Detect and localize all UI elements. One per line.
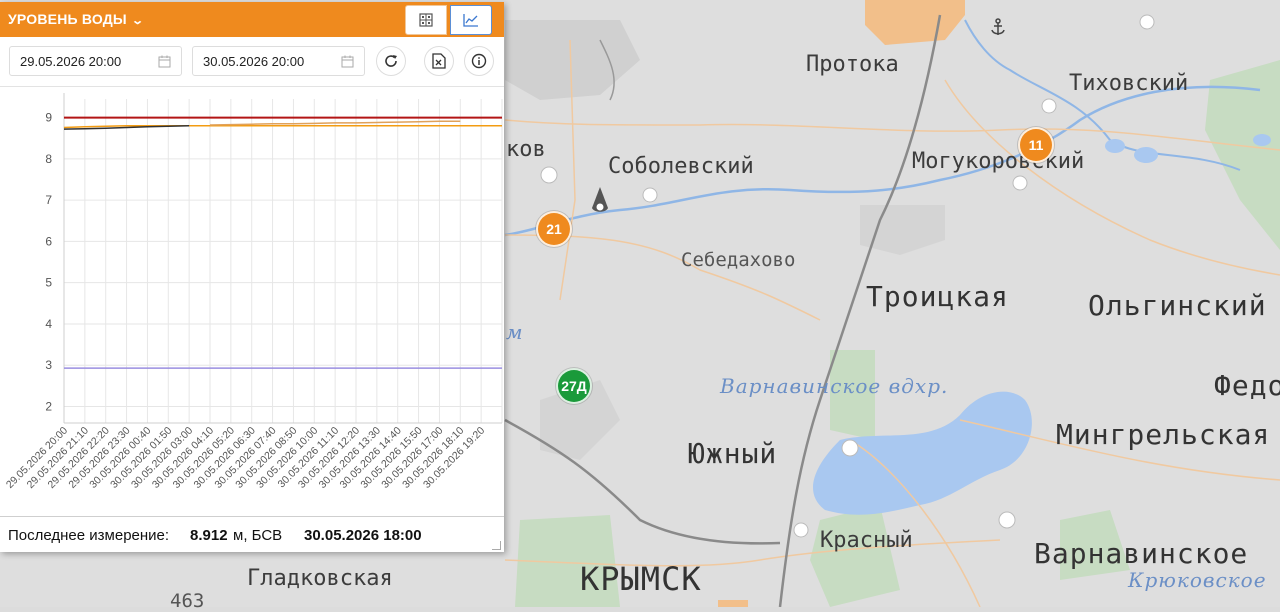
map-label-sobolevsky: Соболевский [608, 154, 754, 179]
settlement-dot [540, 166, 558, 184]
table-view-button[interactable] [405, 5, 447, 35]
chart-view-button[interactable] [450, 5, 492, 35]
anchor-icon [991, 18, 1005, 35]
map-label-yuzhny: Южный [688, 437, 778, 470]
info-button[interactable] [464, 46, 494, 76]
water-level-chart[interactable]: 2 3 4 5 6 7 8 9 29.05.2026 20:00 29.05.2026 21:10… [0, 86, 504, 517]
settlement-dot [642, 187, 658, 203]
table-icon [419, 13, 433, 27]
lake [1134, 147, 1158, 163]
map-label-fedo: Федо [1214, 369, 1280, 402]
settlement-dot [998, 511, 1016, 529]
export-excel-button[interactable] [424, 46, 454, 76]
map-label-krasny: Красный [820, 528, 913, 553]
excel-export-icon [432, 53, 446, 69]
map-label-varnavinskoe-reservoir: Варнавинское вдхр. [720, 374, 949, 398]
map-label-krymsk: КРЫМСК [580, 560, 702, 598]
date-from-value: 29.05.2026 20:00 [20, 54, 122, 69]
settlement-dot [793, 522, 809, 538]
panel-footer: Последнее измерение: 8.912 м, БСВ 30.05.… [0, 516, 504, 553]
y-tick-label: 3 [45, 358, 52, 372]
date-to-value: 30.05.2026 20:00 [203, 54, 305, 69]
map-label-463: 463 [170, 590, 205, 612]
refresh-button[interactable] [376, 46, 406, 76]
y-tick-label: 8 [45, 152, 52, 166]
map-label-varnavinskoe: Варнавинское [1034, 537, 1249, 570]
last-measurement-datetime: 30.05.2026 18:00 [304, 527, 422, 544]
station-marker-11[interactable]: 11 [1018, 127, 1054, 163]
y-tick-label: 6 [45, 234, 52, 248]
map-label-kryukovskoe: Крюковское [1128, 568, 1267, 592]
location-pin-icon[interactable] [591, 186, 609, 216]
resize-handle[interactable] [492, 541, 501, 550]
map-label-kov: ков [506, 137, 546, 162]
map-label-mogukorovsky: Могукоровский [912, 149, 1085, 174]
last-measurement-unit: м, БСВ [233, 527, 283, 544]
calendar-icon [158, 55, 171, 68]
map-label-water-m: м [506, 320, 524, 344]
map-label-mingrelskaya: Мингрельская [1056, 418, 1271, 451]
panel-title: УРОВЕНЬ ВОДЫ [8, 11, 127, 27]
water-level-panel: УРОВЕНЬ ВОДЫ ⌄ 29.05.2026 20:00 30.05.20… [0, 2, 504, 552]
map-label-sebedakhovo: Себедахово [681, 249, 796, 271]
panel-title-dropdown[interactable]: УРОВЕНЬ ВОДЫ ⌄ [8, 11, 145, 27]
last-measurement-value: 8.912 [190, 527, 228, 544]
calendar-icon [341, 55, 354, 68]
y-tick-label: 9 [45, 111, 52, 125]
last-measurement-label: Последнее измерение: [8, 527, 170, 544]
industrial-area [718, 600, 748, 607]
map-label-tikhovsky: Тиховский [1069, 71, 1189, 96]
lake [1105, 139, 1125, 153]
refresh-icon [385, 55, 397, 67]
panel-header: УРОВЕНЬ ВОДЫ ⌄ [0, 2, 504, 37]
map-label-gladkovskaya: Гладковская [247, 566, 393, 591]
info-icon [471, 53, 487, 69]
date-from-field[interactable]: 29.05.2026 20:00 [9, 46, 182, 76]
lake [1253, 134, 1271, 146]
map-label-protoka: Протока [806, 52, 899, 77]
settlement-dot [841, 439, 859, 457]
line-chart-icon [463, 14, 478, 27]
map-label-troitskaya: Троицкая [866, 280, 1009, 313]
y-tick-label: 5 [45, 276, 52, 290]
station-marker-21[interactable]: 21 [536, 211, 572, 247]
station-marker-27d[interactable]: 27Д [556, 368, 592, 404]
chevron-down-icon: ⌄ [130, 15, 145, 27]
y-tick-label: 7 [45, 193, 52, 207]
settlement-dot [1041, 98, 1057, 114]
y-tick-label: 2 [45, 399, 52, 413]
y-tick-label: 4 [45, 317, 52, 331]
map-label-olginsky: Ольгинский [1088, 289, 1267, 322]
chart-svg[interactable]: 2345678929.05.2026 20:0029.05.2026 21:10… [0, 87, 504, 517]
date-to-field[interactable]: 30.05.2026 20:00 [192, 46, 365, 76]
settlement-dot [1012, 175, 1028, 191]
settlement-dot [1139, 14, 1155, 30]
